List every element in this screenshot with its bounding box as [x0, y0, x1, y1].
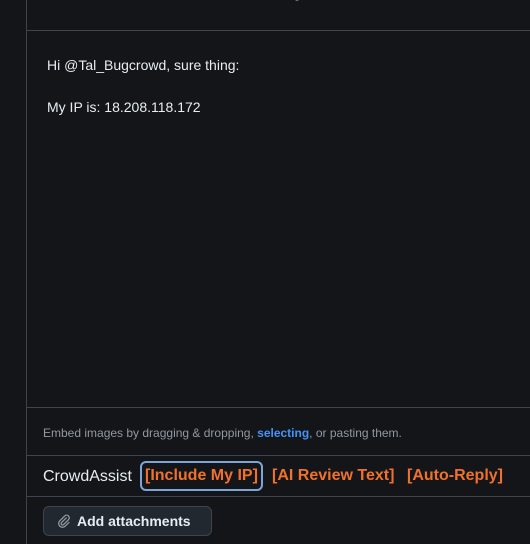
paperclip-icon: [58, 514, 70, 528]
comment-editor-panel: Hi @Tal_Bugcrowd, sure thing: My IP is: …: [26, 0, 530, 544]
embed-hint-suffix: , or pasting them.: [309, 426, 402, 440]
toolbar-partial-glyph: [295, 0, 299, 1]
comment-textarea[interactable]: Hi @Tal_Bugcrowd, sure thing: My IP is: …: [27, 31, 530, 407]
embed-hint-text: Embed images by dragging & dropping, sel…: [43, 426, 402, 440]
selecting-link[interactable]: selecting: [257, 426, 309, 440]
auto-reply-button[interactable]: [Auto-Reply]: [403, 461, 507, 491]
add-attachments-button[interactable]: Add attachments: [43, 506, 212, 536]
include-my-ip-button[interactable]: [Include My IP]: [140, 461, 263, 491]
editor-toolbar-edge: [27, 0, 530, 31]
comment-line-ip: My IP is: 18.208.118.172: [47, 99, 201, 115]
ai-review-text-button[interactable]: [AI Review Text]: [268, 461, 398, 491]
embed-images-hint: Embed images by dragging & dropping, sel…: [27, 407, 530, 456]
crowdassist-toolbar: CrowdAssist [Include My IP] [AI Review T…: [27, 456, 530, 497]
comment-line-greeting: Hi @Tal_Bugcrowd, sure thing:: [47, 57, 240, 73]
add-attachments-label: Add attachments: [77, 513, 191, 529]
comment-body: Hi @Tal_Bugcrowd, sure thing: My IP is: …: [47, 55, 239, 118]
embed-hint-prefix: Embed images by dragging & dropping,: [43, 426, 258, 440]
crowdassist-title: CrowdAssist: [43, 468, 132, 485]
